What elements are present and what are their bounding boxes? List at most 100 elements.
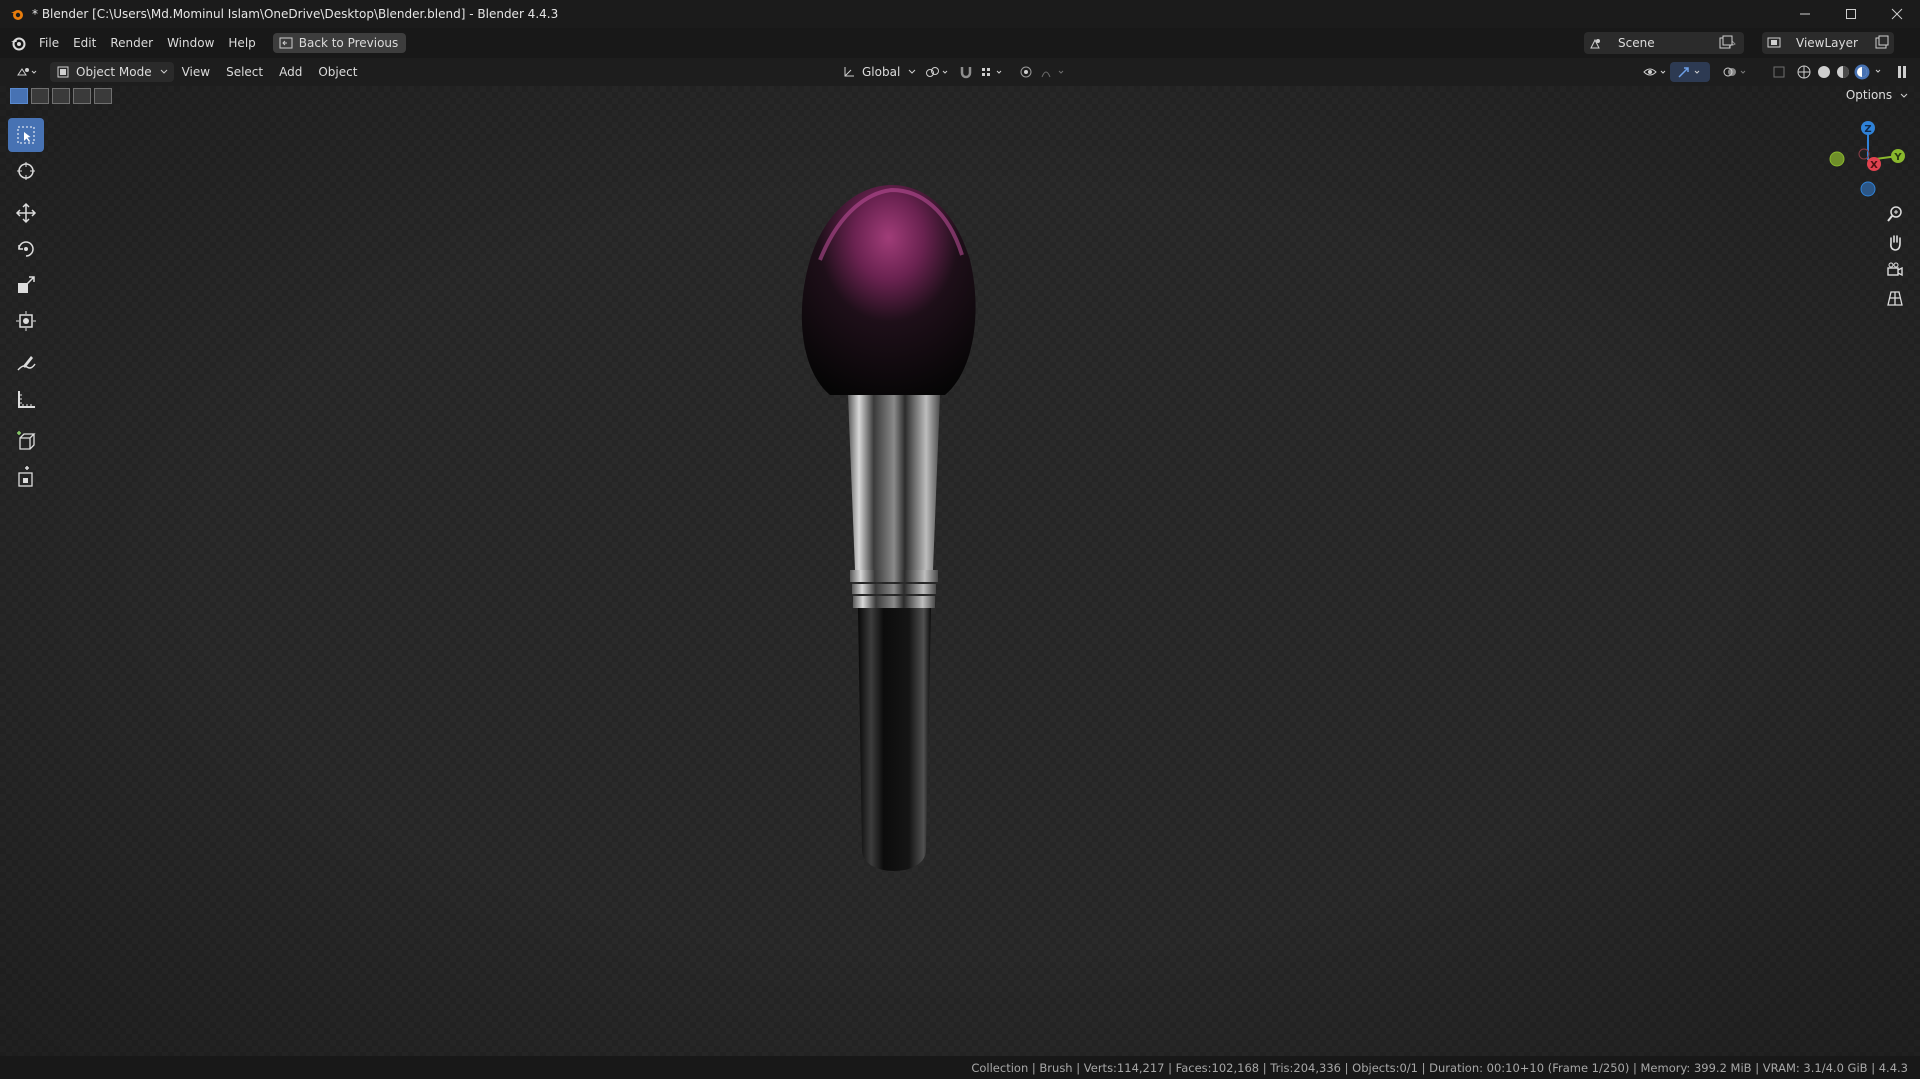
select-subtract-mode[interactable] [52,88,70,104]
brush-handle [858,608,931,871]
neg-z-axis-handle[interactable] [1860,181,1876,197]
view-layer-name: ViewLayer [1796,36,1858,50]
proportional-edit-icon [1020,66,1032,78]
tool-transform[interactable] [8,304,44,338]
maximize-button[interactable] [1828,0,1874,28]
object-mode-icon [57,66,69,78]
maximize-icon [1846,9,1856,19]
navigation-controls [1882,200,1912,312]
add-cube-icon [17,431,36,450]
tool-select-box[interactable] [8,118,44,152]
y-axis-label: Y [1893,152,1902,163]
minimize-icon [1800,13,1810,15]
object-mode-label: Object Mode [76,65,152,79]
title-bar: * Blender [C:\Users\Md.Mominul Islam\One… [0,0,1920,28]
menu-window[interactable]: Window [160,28,221,58]
back-to-previous-button[interactable]: Back to Previous [272,33,407,53]
tool-annotate[interactable] [8,346,44,380]
menu-object[interactable]: Object [310,65,365,79]
tool-shelf [8,118,48,496]
top-menu-bar: File Edit Render Window Help Back to Pre… [0,28,1920,58]
z-axis-label: Z [1864,124,1871,135]
sidebar-toggle[interactable] [1890,62,1914,82]
magnet-icon [960,67,972,79]
close-button[interactable] [1874,0,1920,28]
eye-icon [1643,68,1666,76]
tool-cursor[interactable] [8,154,44,188]
back-icon [279,37,293,49]
grid-ortho-icon [1887,291,1903,306]
pause-icon [1898,66,1906,78]
new-scene-icon[interactable] [1718,35,1734,51]
tool-rotate[interactable] [8,232,44,266]
scene-statistics: Collection | Brush | Verts:114,217 | Fac… [971,1060,1908,1075]
menu-file[interactable]: File [32,28,66,58]
tool-measure[interactable] [8,382,44,416]
rotate-icon [18,241,34,257]
menu-view[interactable]: View [174,65,218,79]
neg-y-axis-handle[interactable] [1829,151,1845,167]
snap-grid-icon [982,68,1002,76]
scale-icon [18,276,35,293]
select-invert-mode[interactable] [73,88,91,104]
scene-icon [1590,38,1600,49]
window-title: * Blender [C:\Users\Md.Mominul Islam\One… [32,7,559,21]
editor-type-button[interactable] [10,62,44,82]
pivot-link-icon [926,67,948,77]
close-icon [1891,8,1903,20]
new-view-layer-icon[interactable] [1874,35,1890,51]
shading-mode-icons [1797,64,1881,80]
object-mode-dropdown[interactable]: Object Mode [50,62,174,82]
back-to-previous-label: Back to Previous [298,36,399,50]
snap-target-dropdown[interactable] [974,62,1012,82]
tool-add-object[interactable] [8,460,44,494]
select-extend-mode[interactable] [31,88,49,104]
menu-help[interactable]: Help [221,28,262,58]
select-intersect-mode[interactable] [94,88,112,104]
blender-app-icon [11,10,23,20]
editor-type-icon [17,68,37,76]
zoom-icon [1887,206,1902,222]
pan-button[interactable] [1882,228,1908,256]
chevron-down-icon [908,69,916,74]
add-object-icon [18,466,33,487]
x-axis-label: X [1870,160,1878,171]
blender-logo-icon[interactable] [10,35,26,51]
falloff-dropdown[interactable] [1034,62,1074,82]
overlays-toggle[interactable] [1716,62,1754,82]
transform-icon [16,311,36,331]
chevron-down-icon [1900,93,1908,98]
orientation-label: Global [862,65,901,79]
tool-move[interactable] [8,196,44,230]
zoom-button[interactable] [1882,200,1908,228]
selection-mode-group [10,88,112,104]
pivot-point-dropdown[interactable] [918,62,956,82]
camera-icon [1887,262,1903,277]
brush-model-render[interactable] [780,170,1000,890]
chevron-down-icon [160,69,167,74]
transform-orientation-dropdown[interactable]: Global [836,62,922,82]
minimize-button[interactable] [1782,0,1828,28]
xray-toggle[interactable] [1766,62,1792,82]
shading-modes[interactable] [1790,62,1892,82]
select-box-icon [17,126,35,144]
menu-render[interactable]: Render [103,28,160,58]
options-dropdown[interactable]: Options [1846,88,1908,102]
gizmo-toggle[interactable] [1670,62,1710,82]
orientation-axes-icon [844,67,854,77]
pan-hand-icon [1890,235,1901,251]
scene-name: Scene [1618,36,1655,50]
ortho-toggle-button[interactable] [1882,284,1908,312]
brush-bristles [801,185,976,395]
menu-edit[interactable]: Edit [66,28,103,58]
navigation-gizmo[interactable]: Z Y X [1820,116,1910,200]
overlays-icon [1723,67,1746,77]
options-label: Options [1845,88,1893,102]
camera-view-button[interactable] [1882,256,1908,284]
tool-scale[interactable] [8,268,44,302]
viewport-header: Object Mode View Select Add Object Globa… [0,58,1920,86]
menu-add[interactable]: Add [271,65,310,79]
select-new-mode[interactable] [10,88,28,104]
menu-select[interactable]: Select [218,65,271,79]
tool-add-cube[interactable] [8,424,44,458]
